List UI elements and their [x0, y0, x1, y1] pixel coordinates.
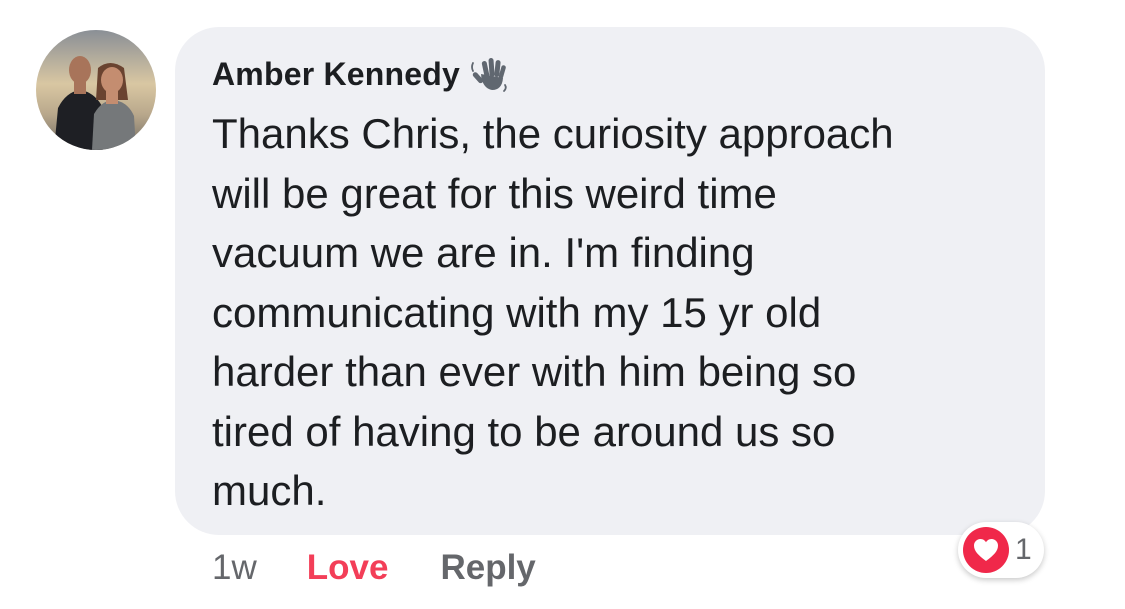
heart-icon: [963, 527, 1009, 573]
avatar[interactable]: [36, 30, 156, 150]
comment-header: Amber Kennedy: [212, 52, 510, 96]
author-name[interactable]: Amber Kennedy: [212, 56, 460, 93]
reaction-count: 1: [1015, 533, 1032, 566]
love-button[interactable]: Love: [307, 548, 389, 588]
comment-timestamp[interactable]: 1w: [212, 548, 257, 588]
reply-button[interactable]: Reply: [440, 548, 535, 588]
avatar-photo: [36, 30, 156, 150]
comment-actions: 1w Love Reply: [212, 544, 536, 592]
reaction-summary[interactable]: 1: [958, 522, 1044, 578]
comment-text: Thanks Chris, the curiosity approach wil…: [212, 110, 894, 514]
waving-hand-icon: [470, 54, 510, 94]
